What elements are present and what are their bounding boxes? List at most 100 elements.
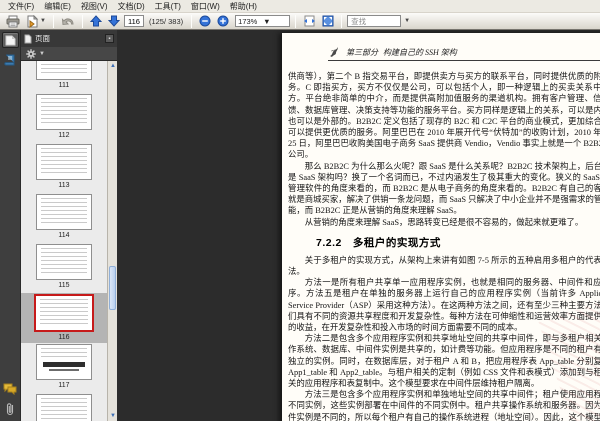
menu-window[interactable]: 窗口(W) bbox=[186, 0, 225, 13]
paragraph: 供商等），第二个 B 指交易平台，即提供卖方与买方的联系平台，同时提供优质的附加… bbox=[288, 72, 600, 160]
export-button[interactable]: ▼ bbox=[24, 14, 48, 29]
document-page: 第三部分 构建自己的 SSH 架构 供商等），第二个 B 指交易平台，即提供卖方… bbox=[282, 33, 600, 421]
scroll-down-icon[interactable]: ▼ bbox=[108, 411, 117, 421]
zoom-level-value: 173% bbox=[238, 16, 258, 26]
thumbnail-text-lines bbox=[41, 148, 87, 176]
page-thumbnail-115[interactable]: 115 bbox=[21, 243, 107, 293]
zoom-in-button[interactable] bbox=[215, 14, 231, 29]
zoom-level-select[interactable]: 173% ▼ bbox=[235, 15, 291, 27]
print-icon bbox=[6, 15, 20, 28]
menu-file[interactable]: 文件(F) bbox=[3, 0, 39, 13]
pages-panel-toolbar: ▼ bbox=[21, 47, 117, 61]
find-input[interactable] bbox=[347, 15, 402, 27]
thumbnail-page-label: 111 bbox=[58, 82, 70, 89]
thumbnail-preview[interactable] bbox=[36, 144, 92, 180]
document-view[interactable]: 第三部分 构建自己的 SSH 架构 供商等），第二个 B 指交易平台，即提供卖方… bbox=[117, 30, 600, 421]
next-page-button[interactable] bbox=[106, 14, 122, 29]
comments-panel-button[interactable] bbox=[2, 381, 19, 397]
menu-document[interactable]: 文档(D) bbox=[113, 0, 150, 13]
thumbnail-preview[interactable] bbox=[36, 344, 92, 380]
scrollbar-thumb[interactable] bbox=[109, 266, 116, 311]
page-up-icon bbox=[89, 15, 102, 27]
page-thumbnail-118[interactable]: 118 bbox=[21, 393, 107, 421]
fit-width-button[interactable] bbox=[301, 14, 318, 29]
paragraph: 关于多租户的实现方式，从架构上来讲有如图 7-5 所示的五种启用多租户的代表性方… bbox=[288, 255, 600, 277]
thumbnail-options-button[interactable]: ▼ bbox=[26, 48, 45, 59]
attachments-icon bbox=[5, 402, 15, 416]
pages-panel: 页面 ▪ ▼ 111 112 113 114 115 116 117 118 ▲ ▼ bbox=[21, 30, 117, 421]
thumbnail-preview[interactable] bbox=[36, 61, 92, 80]
thumbnail-page-label: 114 bbox=[58, 232, 70, 239]
options-caret-icon: ▼ bbox=[39, 50, 45, 57]
fit-width-icon bbox=[303, 15, 316, 27]
bookmarks-panel-button[interactable] bbox=[2, 52, 19, 68]
comments-icon bbox=[3, 383, 17, 395]
page-thumbnail-116[interactable]: 116 bbox=[21, 293, 107, 343]
thumbnail-preview[interactable] bbox=[36, 94, 92, 130]
pages-panel-button[interactable] bbox=[1, 32, 19, 48]
paragraph: 从营销的角度来理解 SaaS，思路转变已经是很不容易的，做起来就更难了。 bbox=[304, 217, 584, 227]
panel-header-options-button[interactable]: ▪ bbox=[105, 34, 114, 43]
export-icon bbox=[26, 14, 39, 28]
gear-icon bbox=[26, 48, 36, 59]
part-label: 第三部分 bbox=[346, 48, 378, 57]
zoom-out-button[interactable] bbox=[197, 14, 213, 29]
toolbar-separator bbox=[341, 14, 343, 28]
fit-page-button[interactable] bbox=[320, 14, 336, 29]
previous-view-button[interactable] bbox=[59, 14, 77, 29]
menu-bar: 文件(F) 编辑(E) 视图(V) 文档(D) 工具(T) 窗口(W) 帮助(H) bbox=[0, 0, 600, 13]
toolbar-separator bbox=[191, 14, 193, 28]
export-caret-icon: ▼ bbox=[40, 18, 46, 24]
bookmarks-icon bbox=[4, 54, 16, 66]
paragraph: 那么 B2B2C 为什么那么火呢？跟 SaaS 是什么关系呢？B2B2C 技术架… bbox=[288, 161, 600, 216]
menu-help[interactable]: 帮助(H) bbox=[225, 0, 262, 13]
page-down-icon bbox=[107, 15, 120, 27]
toolbar: ▼ (125/ 383) 173% ▼ bbox=[0, 13, 600, 30]
toolbar-separator bbox=[295, 14, 297, 28]
page-thumbnail-114[interactable]: 114 bbox=[21, 193, 107, 243]
app-body: 页面 ▪ ▼ 111 112 113 114 115 116 117 118 ▲ ▼ bbox=[0, 30, 600, 421]
thumbnail-preview[interactable] bbox=[34, 294, 94, 332]
thumbnail-preview[interactable] bbox=[36, 394, 92, 421]
page-number-input[interactable] bbox=[123, 15, 144, 27]
publisher-logo-icon bbox=[328, 45, 341, 58]
thumbnail-text-lines bbox=[41, 198, 87, 226]
thumbnail-list: 111 112 113 114 115 116 117 118 ▲ ▼ bbox=[21, 61, 117, 421]
menu-tools[interactable]: 工具(T) bbox=[150, 0, 186, 13]
pages-panel-title: 页面 bbox=[35, 34, 50, 43]
thumbnail-text-lines bbox=[40, 299, 88, 327]
page-thumbnail-113[interactable]: 113 bbox=[21, 143, 107, 193]
page-thumbnail-117[interactable]: 117 bbox=[21, 343, 107, 393]
find-options-icon[interactable]: ▼ bbox=[404, 18, 410, 24]
menu-view[interactable]: 视图(V) bbox=[76, 0, 113, 13]
thumbnail-preview[interactable] bbox=[36, 194, 92, 230]
previous-page-button[interactable] bbox=[88, 14, 104, 29]
thumbnail-page-label: 112 bbox=[58, 132, 70, 139]
section-heading: 7.2.2 多租户的实现方式 bbox=[316, 236, 441, 249]
page-header: 第三部分 构建自己的 SSH 架构 bbox=[328, 45, 600, 58]
chapter-subtitle-block bbox=[49, 369, 79, 372]
pages-icon bbox=[5, 34, 16, 46]
paragraph: 方法三是包含多个应用程序实例和单独地址空间的共享中间件；租户使用应用程序的不同实… bbox=[288, 390, 600, 421]
thumbnail-page-label: 116 bbox=[58, 334, 70, 341]
attachments-panel-button[interactable] bbox=[2, 401, 19, 417]
toolbar-separator bbox=[81, 14, 83, 28]
page-sheet-icon bbox=[24, 34, 32, 44]
zoom-out-icon bbox=[199, 15, 211, 27]
scroll-up-icon[interactable]: ▲ bbox=[108, 61, 117, 71]
thumbnail-scrollbar[interactable]: ▲ ▼ bbox=[107, 61, 117, 421]
page-count-label: (125/ 383) bbox=[148, 16, 184, 26]
thumbnail-preview[interactable] bbox=[36, 244, 92, 280]
menu-edit[interactable]: 编辑(E) bbox=[39, 0, 76, 13]
page-thumbnail-112[interactable]: 112 bbox=[21, 93, 107, 143]
page-header-title: 构建自己的 SSH 架构 bbox=[383, 48, 457, 57]
chapter-title-block bbox=[43, 362, 85, 368]
zoom-caret-icon: ▼ bbox=[263, 16, 271, 26]
toolbar-separator bbox=[52, 14, 54, 28]
thumbnail-text-lines bbox=[41, 61, 87, 76]
print-button[interactable] bbox=[4, 14, 22, 29]
thumbnail-text-lines bbox=[41, 248, 87, 276]
page-thumbnail-111[interactable]: 111 bbox=[21, 61, 107, 93]
header-rule bbox=[328, 60, 600, 61]
thumbnail-text-lines bbox=[41, 348, 87, 360]
